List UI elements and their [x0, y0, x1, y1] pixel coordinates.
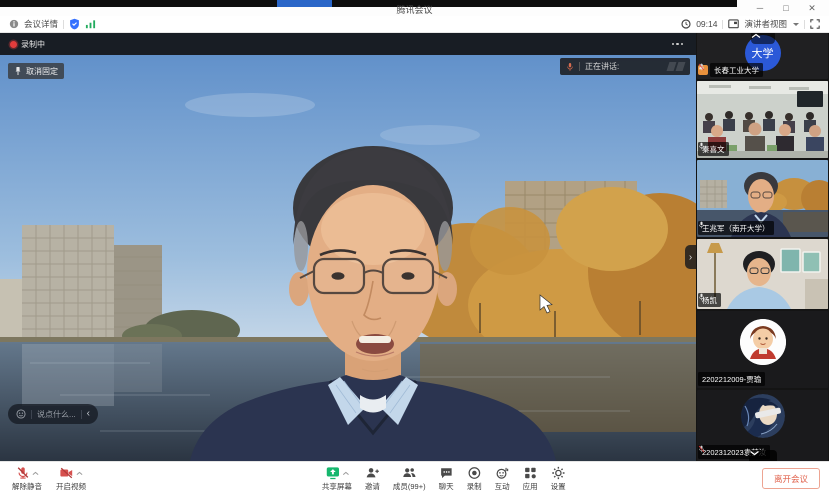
participants-strip: 大学 长春工业大学: [696, 33, 829, 461]
record-button[interactable]: 录制: [467, 465, 482, 492]
meeting-duration: 09:14: [696, 19, 717, 29]
mic-off-icon: [16, 466, 30, 480]
invite-icon: [365, 466, 379, 480]
chevron-up-icon[interactable]: [32, 471, 39, 476]
quick-chat-input[interactable]: 说点什么... ‹: [8, 404, 98, 424]
window-titlebar: 腾讯会议 ─ □ ✕: [0, 0, 829, 16]
muted-mic-icon: [698, 445, 705, 453]
recording-dot-icon: [10, 41, 17, 48]
share-screen-button[interactable]: 共享屏幕: [322, 465, 352, 492]
participant-label: 2202212009-贾瑜: [698, 372, 765, 386]
collapse-strip-icon[interactable]: [751, 33, 775, 44]
collapse-chat-icon[interactable]: ‹: [87, 409, 90, 419]
minimize-button[interactable]: ─: [747, 0, 773, 16]
close-button[interactable]: ✕: [799, 0, 825, 16]
maximize-button[interactable]: □: [773, 0, 799, 16]
recording-label: 录制中: [21, 39, 45, 50]
participant-tile[interactable]: 秦喜文: [697, 81, 828, 158]
settings-button[interactable]: 设置: [551, 465, 566, 492]
divider: [579, 62, 580, 71]
chevron-down-icon[interactable]: [793, 23, 799, 26]
chat-button[interactable]: 聊天: [439, 465, 454, 492]
leave-meeting-button[interactable]: 离开会议: [762, 468, 820, 489]
divider: [804, 20, 805, 29]
divider: [31, 410, 32, 419]
network-signal-icon[interactable]: [85, 19, 96, 29]
more-options-icon[interactable]: [669, 40, 687, 49]
mic-icon: [698, 142, 705, 150]
meeting-details-label[interactable]: 会议详情: [24, 18, 58, 30]
stage-top-overlay: 录制中: [0, 33, 696, 55]
participant-tile[interactable]: 王兆军（南开大学）: [697, 160, 828, 237]
active-mic-icon: [566, 62, 574, 72]
start-video-button[interactable]: 开启视频: [56, 465, 86, 492]
record-icon: [467, 466, 481, 480]
apps-button[interactable]: 应用: [523, 465, 538, 492]
chevron-up-icon[interactable]: [342, 471, 349, 476]
speaking-indicator: 正在讲话:: [560, 58, 690, 75]
avatar: [740, 319, 786, 365]
share-screen-icon: [325, 466, 340, 480]
window-controls: ─ □ ✕: [747, 0, 825, 16]
interact-icon: [495, 466, 509, 480]
recording-indicator: 录制中: [10, 39, 45, 50]
divider: [63, 20, 64, 29]
divider: [81, 410, 82, 419]
divider: [722, 20, 723, 29]
speaker-video-frame: [0, 33, 696, 461]
info-icon[interactable]: [9, 19, 19, 29]
participant-tile[interactable]: 2202312023袁梦汝: [697, 390, 828, 461]
pin-icon: [14, 66, 22, 76]
panel-expand-icon[interactable]: ›: [685, 245, 696, 269]
mic-icon: [698, 221, 705, 229]
layout-view-icon: [728, 19, 739, 29]
security-shield-icon[interactable]: [69, 18, 80, 30]
avatar: [741, 394, 785, 438]
mic-icon: [698, 293, 705, 301]
participant-label: 长春工业大学: [710, 63, 763, 77]
unpin-label: 取消固定: [26, 66, 58, 77]
participant-label: 杨凯: [698, 293, 721, 307]
main-speaker-video: 录制中 正在讲话: 取消固定 说点什么... ‹ ›: [0, 33, 696, 461]
speaking-label: 正在讲话:: [585, 61, 619, 72]
participant-tile[interactable]: 杨凯: [697, 239, 828, 309]
meeting-header: 会议详情 09:14 演讲者视图: [0, 16, 829, 33]
settings-gear-icon: [551, 466, 565, 480]
view-mode-selector[interactable]: 演讲者视图: [744, 18, 787, 30]
unpin-button[interactable]: 取消固定: [8, 63, 64, 79]
chevron-up-icon[interactable]: [76, 471, 83, 476]
participant-tile[interactable]: 大学 长春工业大学: [697, 33, 828, 79]
participant-label: 王兆军（南开大学）: [698, 221, 774, 235]
members-icon: [402, 466, 416, 480]
emoji-icon[interactable]: [16, 409, 26, 419]
clock-icon: [681, 19, 691, 29]
apps-icon: [523, 466, 537, 480]
unmute-button[interactable]: 解除静音: [12, 465, 42, 492]
scroll-down-icon[interactable]: [749, 450, 777, 461]
participant-tile[interactable]: 2202212009-贾瑜: [697, 311, 828, 388]
participant-label: 秦喜文: [698, 142, 729, 156]
meeting-toolbar: 解除静音 开启视频 共享屏幕 邀请 成: [0, 461, 829, 494]
window-title: 腾讯会议: [0, 3, 829, 16]
speaking-decoration: [668, 62, 684, 71]
interact-button[interactable]: 互动: [495, 465, 510, 492]
camera-off-icon: [59, 466, 74, 480]
chat-icon: [439, 466, 453, 480]
members-button[interactable]: 成员(99+): [393, 465, 426, 492]
fullscreen-icon[interactable]: [810, 19, 820, 29]
chat-placeholder: 说点什么...: [37, 409, 76, 420]
invite-button[interactable]: 邀请: [365, 465, 380, 492]
